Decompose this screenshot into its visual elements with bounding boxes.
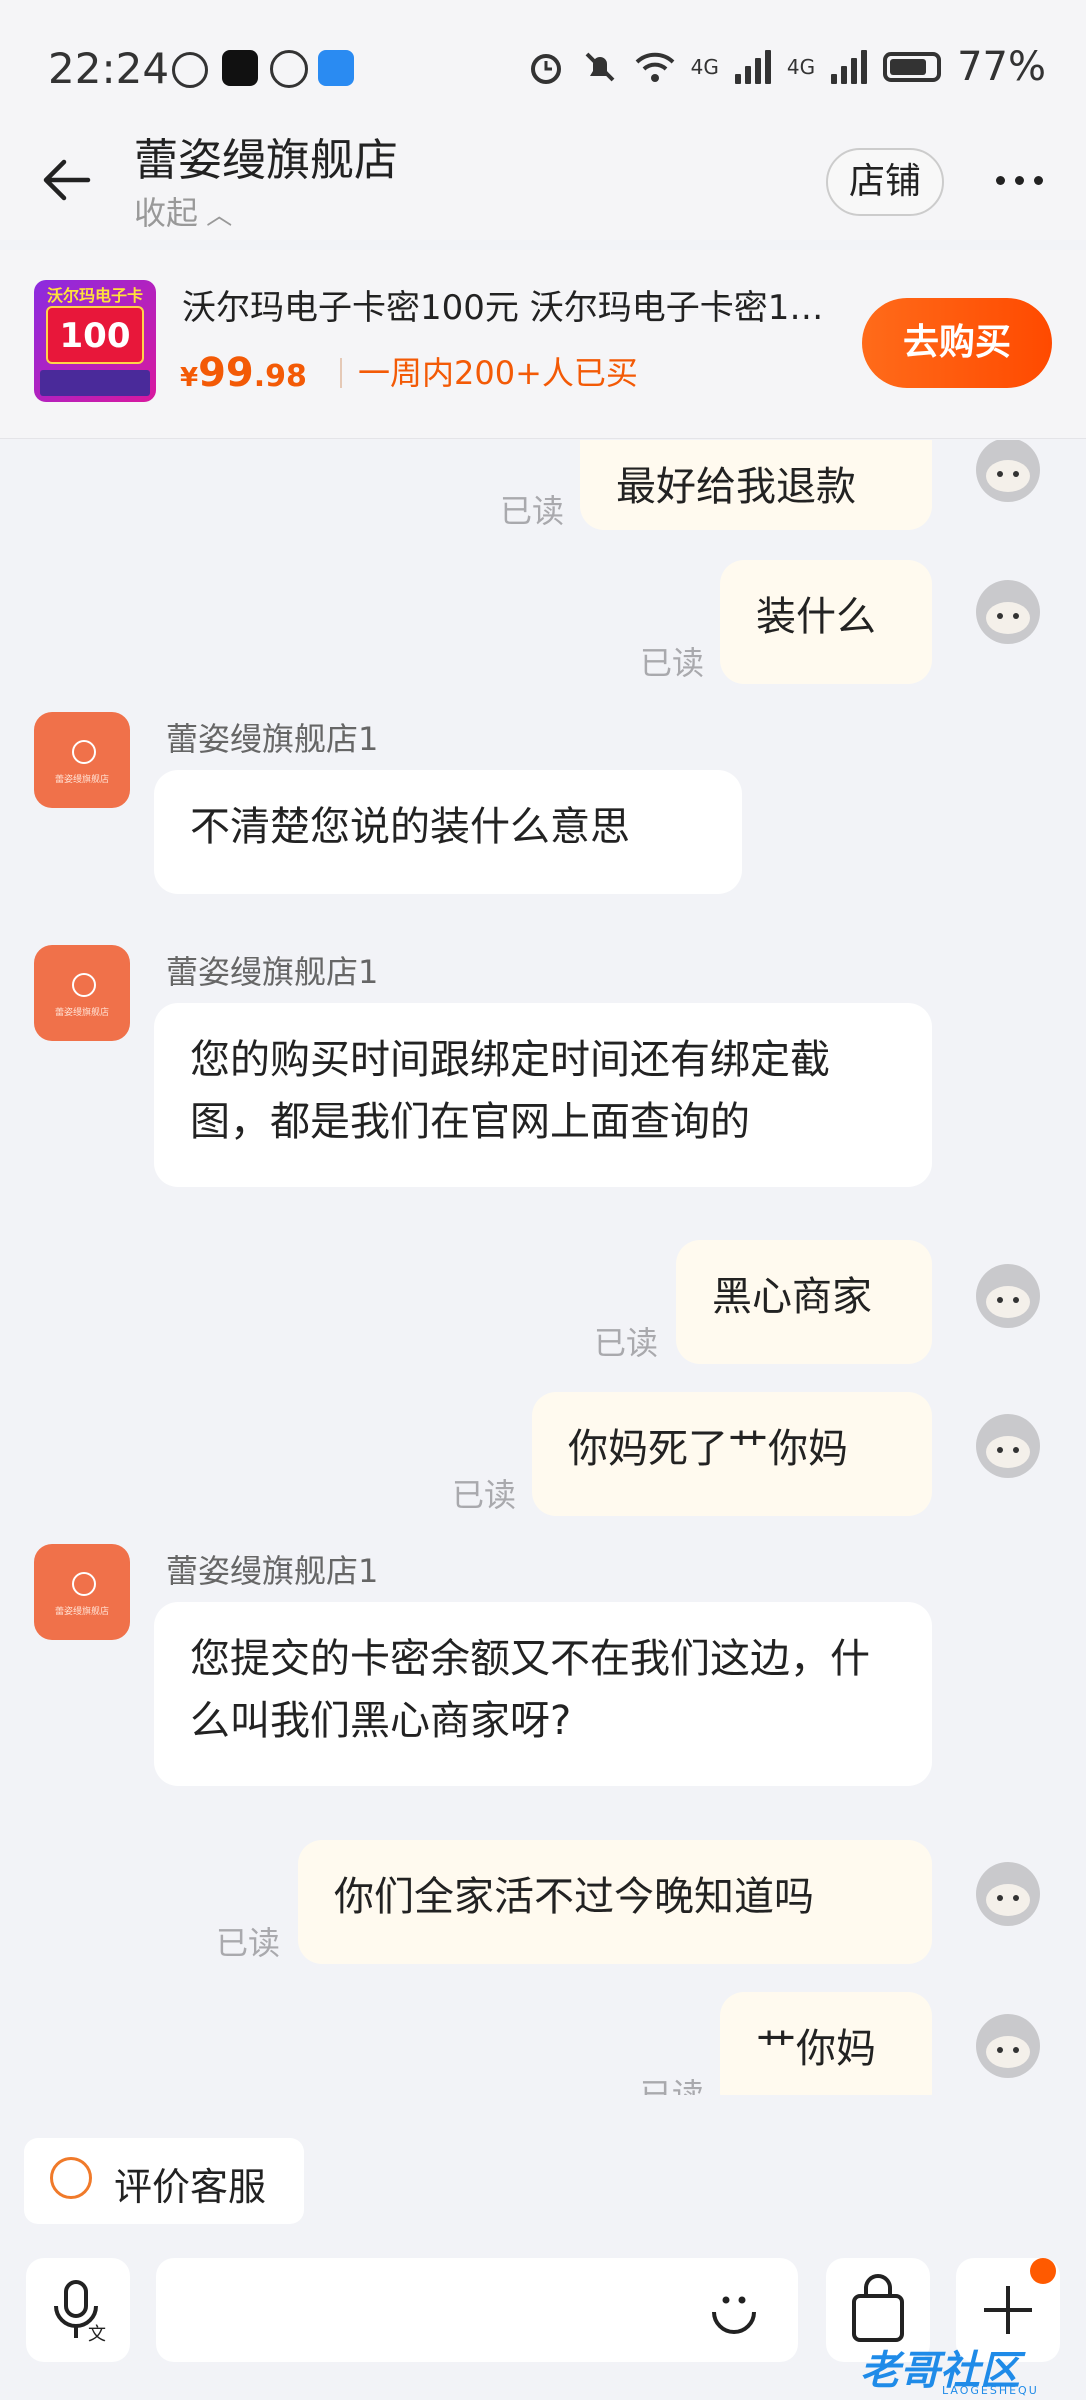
wifi-icon xyxy=(635,52,675,82)
collapse-label: 收起 xyxy=(134,194,199,232)
rate-service-label: 评价客服 xyxy=(114,2165,267,2209)
price-decimal: .98 xyxy=(253,359,307,394)
product-image-caption: 沃尔玛电子卡 xyxy=(46,286,143,305)
user-avatar-icon[interactable] xyxy=(970,1854,1046,1934)
network-type-right: 4G xyxy=(786,55,816,79)
shop-sender-name: 蕾姿缦旗舰店1 xyxy=(166,720,379,758)
message-bubble-me[interactable]: 你们全家活不过今晚知道吗 xyxy=(298,1840,932,1964)
user-avatar-icon[interactable] xyxy=(970,2006,1046,2086)
shop-avatar-label: 蕾姿缦旗舰店 xyxy=(54,775,109,785)
shop-avatar[interactable]: 蕾姿缦旗舰店 xyxy=(34,1544,130,1640)
read-receipt: 已读 xyxy=(640,644,705,682)
alarm-icon xyxy=(530,54,561,84)
voice-input-button[interactable]: 文 xyxy=(26,2258,130,2362)
svg-text:文: 文 xyxy=(88,2324,106,2345)
user-avatar-icon[interactable] xyxy=(970,572,1046,652)
chat-header: 蕾姿缦旗舰店 收起 ︿ 店铺 xyxy=(0,110,1086,240)
shop-button[interactable]: 店铺 xyxy=(826,148,944,216)
message-bubble-me[interactable]: 黑心商家 xyxy=(676,1240,932,1364)
product-title[interactable]: 沃尔玛电子卡密100元 沃尔玛电子卡密100元 xyxy=(182,280,832,329)
product-thumbnail[interactable]: 沃尔玛电子卡 100 xyxy=(34,280,156,402)
price-integer: 99 xyxy=(198,350,254,396)
shop-sender-name: 蕾姿缦旗舰店1 xyxy=(166,1552,379,1590)
hand-icon xyxy=(270,50,308,88)
shop-avatar-label: 蕾姿缦旗舰店 xyxy=(54,1008,109,1018)
read-receipt: 已读 xyxy=(216,1924,281,1962)
sold-count: 一周内200+人已买 xyxy=(340,357,638,389)
status-time: 22:24 xyxy=(48,44,170,93)
tiktok-icon xyxy=(222,50,258,86)
message-bubble-me[interactable]: 最好给我退款 xyxy=(580,440,932,530)
read-receipt: 已读 xyxy=(500,492,565,530)
network-type-left: 4G xyxy=(690,55,719,79)
message-input[interactable] xyxy=(156,2258,798,2362)
car-app-icon xyxy=(318,50,354,86)
message-bubble-me[interactable]: 艹你妈 xyxy=(720,1992,932,2095)
read-receipt: 已读 xyxy=(640,2076,705,2095)
user-avatar-icon[interactable] xyxy=(970,440,1046,510)
message-bubble-shop[interactable]: 您的购买时间跟绑定时间还有绑定截图，都是我们在官网上面查询的 xyxy=(154,1003,932,1187)
message-bubble-me[interactable]: 装什么 xyxy=(720,560,932,684)
price-currency: ¥ xyxy=(180,363,199,393)
message-bubble-shop[interactable]: 您提交的卡密余额又不在我们这边，什么叫我们黑心商家呀? xyxy=(154,1602,932,1786)
message-bubble-shop[interactable]: 不清楚您说的装什么意思 xyxy=(154,770,742,894)
signal-icon xyxy=(734,50,771,84)
back-arrow-icon[interactable] xyxy=(40,158,92,202)
message-bubble-me[interactable]: 你妈死了艹你妈 xyxy=(532,1392,932,1516)
shop-sender-name: 蕾姿缦旗舰店1 xyxy=(166,953,379,991)
status-indicators: 4G 4G 77% xyxy=(527,44,1046,90)
watermark-subtitle: LAOGESHEQU xyxy=(942,2384,1039,2397)
product-card[interactable]: 沃尔玛电子卡 100 沃尔玛电子卡密100元 沃尔玛电子卡密100元 ¥99.9… xyxy=(0,250,1086,439)
read-receipt: 已读 xyxy=(452,1476,517,1514)
mic-translate-icon: 文 xyxy=(54,2280,106,2345)
hotspot-icon xyxy=(172,52,208,88)
store-title: 蕾姿缦旗舰店 xyxy=(134,135,398,186)
product-price: ¥99.98 xyxy=(180,350,307,396)
emoji-icon[interactable] xyxy=(706,2282,762,2338)
shop-avatar[interactable]: 蕾姿缦旗舰店 xyxy=(34,712,130,808)
more-options-icon[interactable] xyxy=(996,176,1043,185)
collapse-toggle[interactable]: 收起 ︿ xyxy=(134,188,232,234)
product-image-value: 100 xyxy=(59,316,131,356)
rate-service-button[interactable]: 评价客服 xyxy=(24,2138,304,2224)
user-avatar-icon[interactable] xyxy=(970,1256,1046,1336)
mute-icon xyxy=(585,52,615,82)
notification-dot xyxy=(1030,2258,1056,2284)
read-receipt: 已读 xyxy=(594,1324,659,1362)
chevron-up-icon: ︿ xyxy=(198,201,233,231)
buy-button[interactable]: 去购买 xyxy=(862,298,1052,388)
shop-avatar[interactable]: 蕾姿缦旗舰店 xyxy=(34,945,130,1041)
battery-percent: 77% xyxy=(957,44,1046,90)
chat-messages[interactable]: 最好给我退款 已读 装什么 已读 蕾姿缦旗舰店 蕾姿缦旗舰店1 不清楚您说的装什… xyxy=(0,440,1086,2095)
battery-icon xyxy=(883,52,942,82)
shop-avatar-label: 蕾姿缦旗舰店 xyxy=(54,1607,109,1617)
smile-icon xyxy=(50,2157,92,2199)
signal-icon-2 xyxy=(831,50,868,84)
user-avatar-icon[interactable] xyxy=(970,1406,1046,1486)
